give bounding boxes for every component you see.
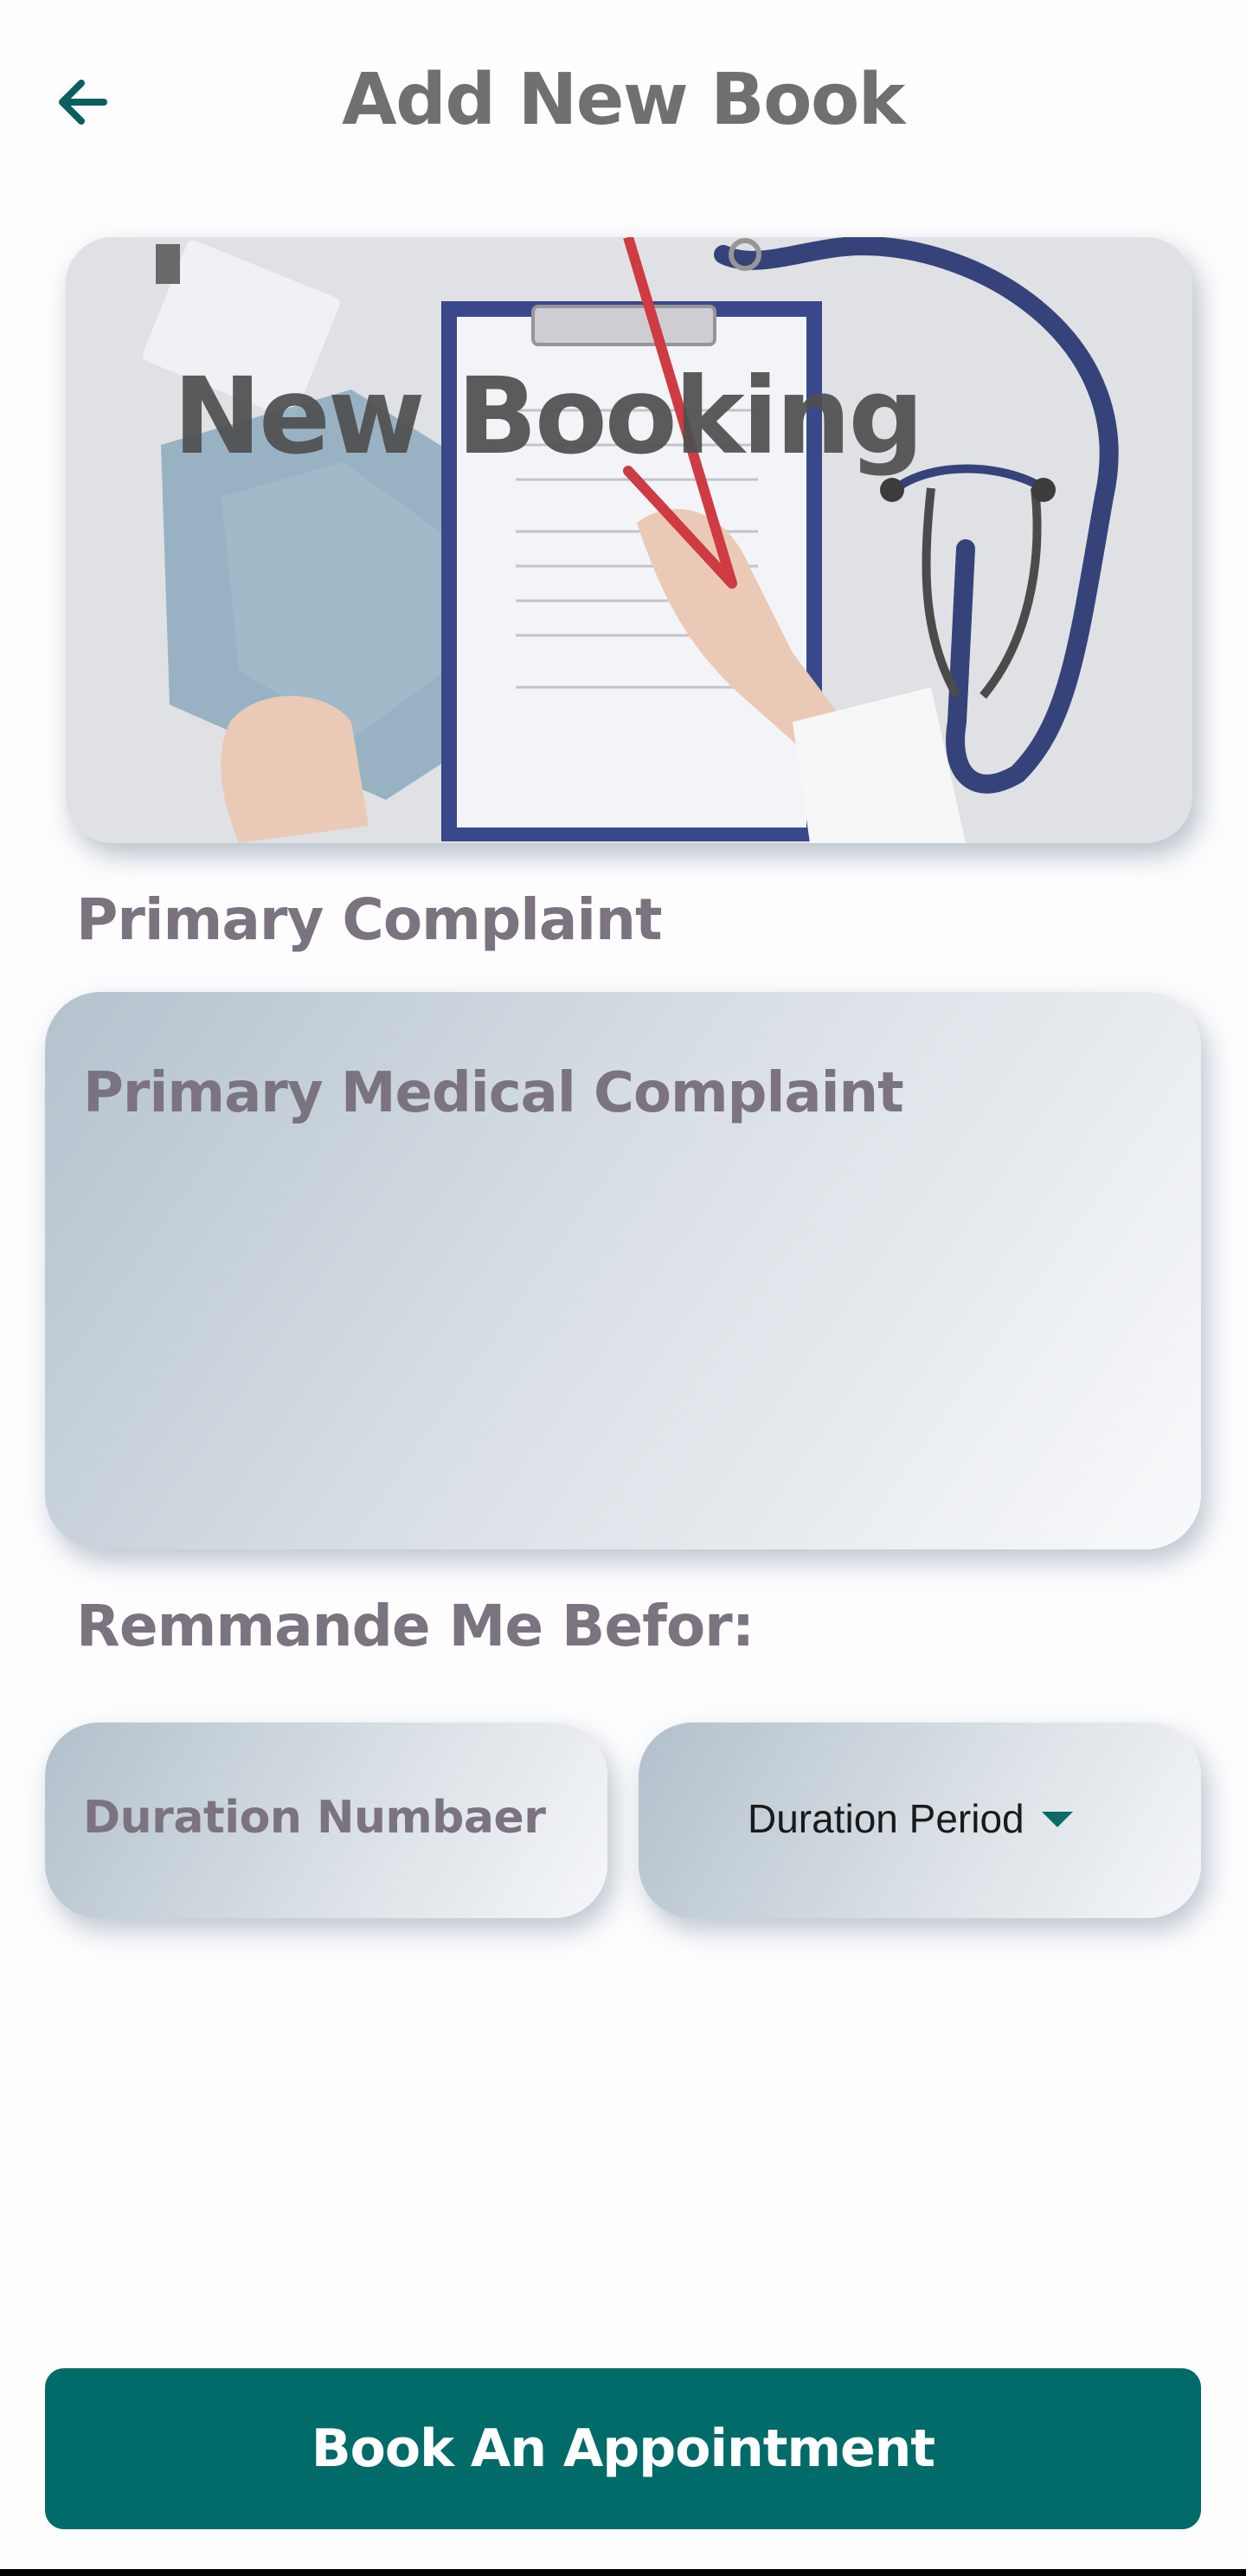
duration-period-dropdown[interactable]: Duration Period (639, 1723, 1201, 1918)
book-appointment-label: Book An Appointment (311, 2418, 935, 2479)
primary-complaint-placeholder: Primary Medical Complaint (83, 1061, 904, 1125)
hero-title: New Booking (173, 355, 924, 478)
hero-image (66, 237, 1192, 843)
book-appointment-button[interactable]: Book An Appointment (45, 2368, 1201, 2529)
caret-down-icon (1042, 1812, 1073, 1827)
hero-banner: New Booking (66, 237, 1192, 843)
reminder-label: Remmande Me Befor: (76, 1593, 755, 1659)
primary-complaint-label: Primary Complaint (76, 886, 663, 953)
bottom-edge (0, 2569, 1246, 2576)
duration-period-value: Duration Period (748, 1796, 1024, 1841)
duration-number-input[interactable]: Duration Numbaer (45, 1723, 607, 1918)
duration-number-placeholder: Duration Numbaer (83, 1792, 546, 1844)
page-title: Add New Book (342, 59, 905, 141)
app-bar: Add New Book (0, 0, 1246, 208)
primary-complaint-input[interactable]: Primary Medical Complaint (45, 992, 1201, 1549)
